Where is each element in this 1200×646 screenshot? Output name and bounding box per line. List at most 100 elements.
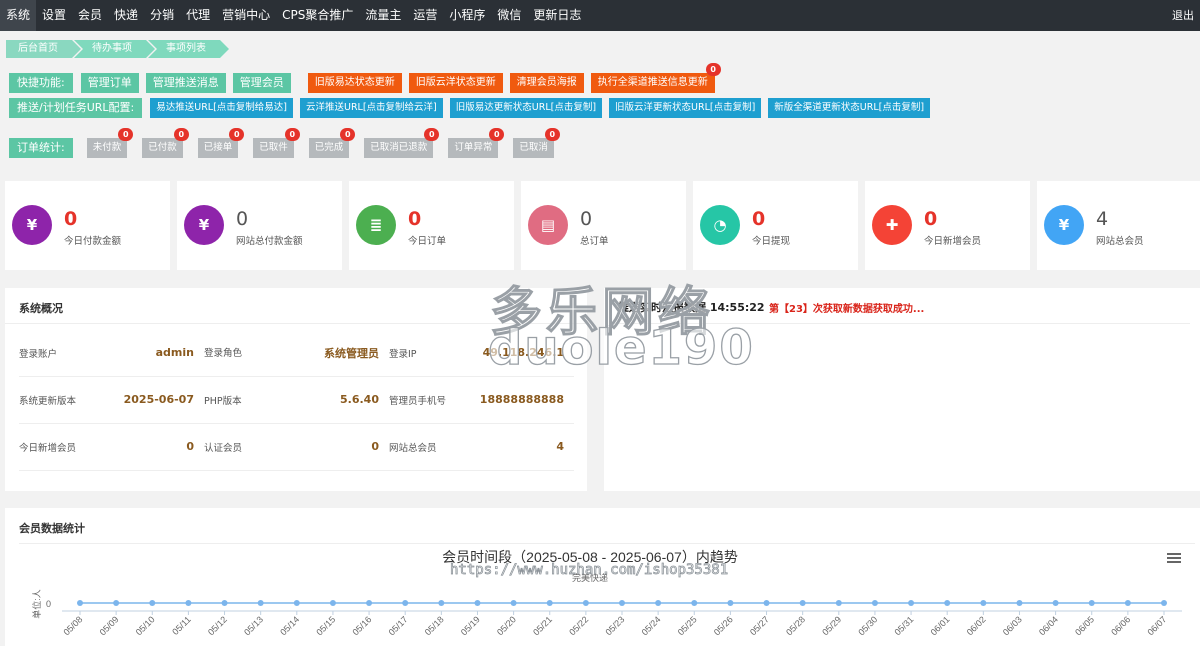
stat-caption: 总订单 — [580, 236, 609, 247]
info-cell: 登录IP 49.118.246.1 — [389, 346, 574, 360]
system-overview-panel: 系统概况 登录账户 admin 登录角色 系统管理员 登录IP 49.118.246.1 系… — [5, 288, 587, 491]
stat-caption: 今日新增会员 — [924, 236, 982, 247]
count-badge: 0 — [544, 128, 560, 141]
order-status-button[interactable]: 已完成 0 — [308, 128, 356, 158]
count-badge: 0 — [424, 128, 440, 141]
info-cell: 管理员手机号 18888888888 — [389, 393, 574, 407]
order-status-label: 已取件 — [259, 142, 288, 153]
breadcrumb: 后台首页 待办事项 事项列表 — [6, 40, 229, 58]
push-report-title: 推送实时汇报数据 14:55:22 — [618, 301, 765, 314]
nav-item[interactable]: 代理 — [180, 0, 216, 31]
quick-green-button[interactable]: 管理推送消息 — [145, 73, 226, 93]
logout-link[interactable]: 退出 — [1172, 0, 1194, 31]
info-value: 49.118.246.1 — [482, 346, 564, 359]
system-overview-title: 系统概况 — [19, 302, 63, 315]
info-cell: 网站总会员 4 — [389, 440, 574, 454]
info-key: PHP版本 — [204, 396, 242, 407]
breadcrumb-task-list[interactable]: 事项列表 — [148, 40, 229, 58]
breadcrumb-home[interactable]: 后台首页 — [6, 40, 81, 58]
quick-green-button[interactable]: 管理会员 — [232, 73, 291, 93]
order-status-button[interactable]: 未付款 0 — [86, 128, 134, 158]
money-bag-icon: ¥ — [1044, 205, 1084, 245]
order-stats-label: 订单统计: — [9, 138, 73, 158]
top-nav: 系统 设置 会员 快递 分销 代理 营销中心 CPS聚合推广 流量主 运营 小程序 微信 更新日志 退出 — [0, 0, 1200, 31]
order-status-label: 已完成 — [314, 142, 344, 153]
breadcrumb-todo[interactable]: 待办事项 — [74, 40, 155, 58]
copy-url-button[interactable]: 易达推送URL[点击复制给易达] — [150, 98, 293, 118]
list-icon: ▤ — [528, 205, 568, 245]
stat-value: 0 — [580, 208, 593, 230]
order-status-label: 已接单 — [203, 142, 233, 153]
info-cell: 认证会员 0 — [204, 440, 389, 454]
quick-orange-button[interactable]: 执行全渠道推送信息更新 0 — [590, 63, 721, 93]
quick-orange-button[interactable]: 旧版易达状态更新 — [307, 73, 402, 93]
stat-value: 0 — [924, 208, 938, 230]
copy-url-button[interactable]: 云洋推送URL[点击复制给云洋] — [300, 98, 443, 118]
info-key: 系统更新版本 — [19, 396, 77, 407]
quick-orange-button-label: 清理会员海报 — [516, 77, 577, 88]
order-status-button[interactable]: 已取消已退款 0 — [364, 128, 440, 158]
order-status-label: 已取消 — [519, 142, 548, 153]
nav-item[interactable]: 微信 — [491, 0, 527, 31]
nav-item[interactable]: 系统 — [0, 0, 37, 31]
stat-card: ▤ 0 总订单 — [521, 181, 686, 270]
order-stats-row: 订单统计: 未付款 0 已付款 0 已接单 0 已取件 0 已完成 0 已取消已退款 0 订单异常 0 已取… — [9, 128, 569, 158]
copy-url-button[interactable]: 新版全渠道更新状态URL[点击复制] — [768, 98, 931, 118]
stat-card: ¥0 今日付款金额 — [5, 181, 170, 270]
chart-menu-icon[interactable] — [1167, 553, 1181, 565]
stat-value: 4 — [1096, 208, 1109, 230]
stat-card: ¥4 网站总会员 — [1037, 181, 1200, 270]
info-value: admin — [155, 346, 194, 359]
yen-icon-glyph: ¥ — [198, 216, 210, 234]
count-badge: 0 — [173, 128, 189, 141]
count-badge: 0 — [489, 128, 505, 141]
count-badge: 0 — [705, 63, 721, 76]
stat-card: ≣ 0 今日订单 — [349, 181, 514, 270]
nav-item[interactable]: 运营 — [407, 0, 443, 31]
quick-green-button[interactable]: 管理订单 — [80, 73, 139, 93]
quick-orange-button[interactable]: 清理会员海报 — [509, 73, 584, 93]
info-key: 登录角色 — [204, 348, 243, 359]
info-value: 4 — [556, 440, 564, 453]
nav-item[interactable]: 分销 — [144, 0, 180, 31]
count-badge: 0 — [284, 128, 300, 141]
nav-item[interactable]: 营销中心 — [216, 0, 276, 31]
stat-caption: 网站总付款金额 — [236, 236, 303, 247]
nav-item[interactable]: 流量主 — [359, 0, 407, 31]
stat-caption: 今日付款金额 — [64, 236, 122, 247]
order-status-label: 已取消已退款 — [370, 142, 428, 153]
order-status-button[interactable]: 已接单 0 — [197, 128, 245, 158]
info-cell: 今日新增会员 0 — [19, 440, 204, 454]
nav-item[interactable]: 设置 — [36, 0, 72, 31]
stat-cards: ¥0 今日付款金额 ¥0 网站总付款金额 ≣ 0 今日订单 ▤ 0 总订单 ◔ 0 今日提现 ✚ 0 今日新增… — [5, 181, 1200, 270]
stat-value: 0 — [408, 208, 422, 230]
stat-card: ¥0 网站总付款金额 — [177, 181, 342, 270]
info-row: 系统更新版本 2025-06-07 PHP版本 5.6.40 管理员手机号 1888888… — [19, 377, 574, 424]
stat-value: 0 — [752, 208, 766, 230]
nav-item[interactable]: CPS聚合推广 — [276, 0, 359, 31]
order-status-button[interactable]: 已取消 0 — [513, 128, 560, 158]
yen-icon-glyph: ¥ — [26, 216, 38, 234]
order-status-button[interactable]: 已付款 0 — [142, 128, 189, 158]
money-bag-icon-glyph: ¥ — [1058, 216, 1070, 234]
order-status-button[interactable]: 已取件 0 — [253, 128, 300, 158]
quick-orange-button-label: 旧版易达状态更新 — [314, 77, 395, 88]
info-value: 系统管理员 — [324, 347, 379, 360]
info-cell: PHP版本 5.6.40 — [204, 393, 389, 407]
nav-item[interactable]: 快递 — [108, 0, 144, 31]
pie-icon: ◔ — [700, 205, 740, 245]
info-key: 管理员手机号 — [389, 396, 447, 407]
copy-url-button[interactable]: 旧版云洋更新状态URL[点击复制] — [609, 98, 762, 118]
nav-item[interactable]: 会员 — [72, 0, 108, 31]
stat-card: ◔ 0 今日提现 — [693, 181, 858, 270]
nav-item[interactable]: 小程序 — [443, 0, 491, 31]
stat-value: 0 — [236, 208, 249, 230]
nav-item[interactable]: 更新日志 — [527, 0, 587, 31]
copy-url-button[interactable]: 旧版易达更新状态URL[点击复制] — [449, 98, 603, 118]
info-row: 今日新增会员 0 认证会员 0 网站总会员 4 — [19, 424, 574, 471]
quick-orange-button[interactable]: 旧版云洋状态更新 — [408, 73, 503, 93]
info-value: 0 — [186, 440, 194, 453]
system-info-grid: 登录账户 admin 登录角色 系统管理员 登录IP 49.118.246.1 系统更新版本… — [19, 330, 574, 471]
quick-orange-button-label: 旧版云洋状态更新 — [415, 77, 496, 88]
order-status-button[interactable]: 订单异常 0 — [448, 128, 505, 158]
